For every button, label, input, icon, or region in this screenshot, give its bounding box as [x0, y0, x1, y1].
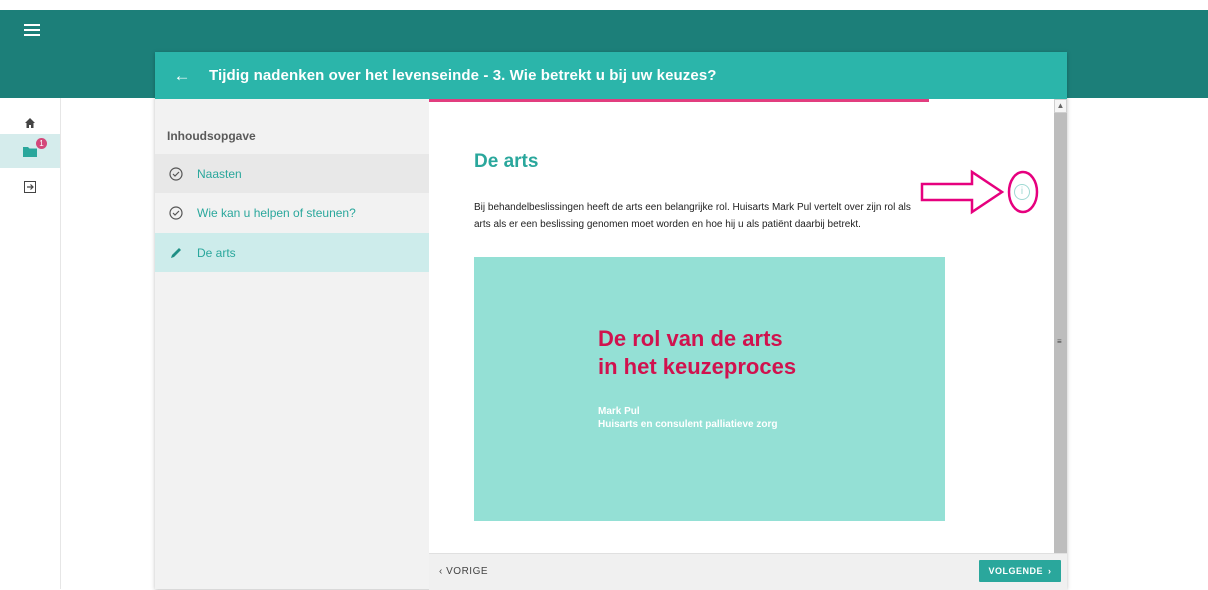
lesson-paragraph: Bij behandelbeslissingen heeft de arts e…	[474, 202, 911, 230]
toc-item-label: Wie kan u helpen of steunen?	[197, 205, 356, 220]
pencil-icon	[171, 247, 181, 258]
toc-item-label: De arts	[197, 245, 236, 260]
chevron-left-icon: ‹	[439, 566, 443, 577]
module-header: ← Tijdig nadenken over het levenseinde -…	[155, 52, 1067, 99]
video-speaker: Mark Pul Huisarts en consulent palliatie…	[598, 405, 778, 431]
left-nav-rail: 1	[0, 98, 61, 589]
scroll-up-button[interactable]: ▲	[1054, 99, 1067, 113]
check-circle-icon	[169, 205, 183, 220]
speaker-name: Mark Pul	[598, 406, 640, 417]
toc-item-de-arts[interactable]: De arts	[155, 233, 429, 272]
video-title-line1: De rol van de arts	[598, 326, 783, 351]
toc-item-naasten[interactable]: Naasten	[155, 154, 429, 193]
chevron-right-icon: ›	[1048, 566, 1052, 576]
next-button[interactable]: VOLGENDE ›	[979, 560, 1061, 582]
next-label: VOLGENDE	[988, 566, 1043, 576]
previous-button[interactable]: ‹ VORIGE	[439, 566, 488, 577]
logout-icon	[24, 181, 36, 193]
arrow-left-icon[interactable]: ←	[155, 66, 209, 86]
folder-icon	[23, 146, 37, 157]
module-card: ← Tijdig nadenken over het levenseinde -…	[155, 52, 1067, 590]
toc-heading: Inhoudsopgave	[167, 129, 256, 143]
module-title: Tijdig nadenken over het levenseinde - 3…	[209, 67, 717, 84]
lesson-heading: De arts	[474, 151, 539, 172]
toc-item-label: Naasten	[197, 166, 242, 181]
notification-badge: 1	[36, 138, 47, 149]
previous-label: VORIGE	[446, 566, 489, 577]
nav-folder[interactable]: 1	[0, 134, 60, 168]
home-icon	[25, 118, 35, 128]
video-player[interactable]: De rol van de arts in het keuzeproces Ma…	[474, 257, 945, 521]
progress-bar	[429, 99, 929, 102]
check-circle-icon	[169, 166, 183, 181]
nav-logout[interactable]	[0, 170, 60, 204]
annotation-arrow-overlay	[920, 169, 1039, 215]
hamburger-icon[interactable]	[24, 24, 40, 36]
lesson-footer: ‹ VORIGE VOLGENDE ›	[429, 553, 1067, 590]
video-title-line2: in het keuzeproces	[598, 354, 797, 379]
video-title: De rol van de arts in het keuzeproces	[598, 325, 796, 381]
speaker-role: Huisarts en consulent palliatieve zorg	[598, 419, 778, 430]
table-of-contents: Inhoudsopgave Naasten Wie kan u helpen o…	[155, 99, 429, 589]
scroll-grip-icon[interactable]: ≡	[1057, 337, 1064, 346]
toc-item-helpen[interactable]: Wie kan u helpen of steunen?	[155, 193, 429, 232]
scrollbar[interactable]: ▲ ≡	[1054, 99, 1067, 553]
